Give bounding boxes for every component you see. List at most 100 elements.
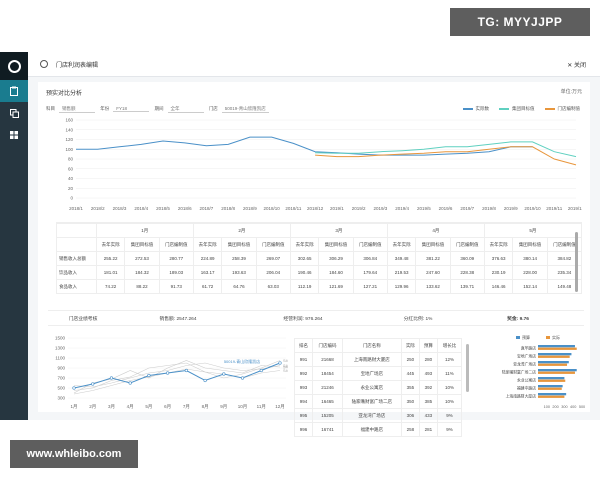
table-cell: 74.22 (95, 279, 126, 294)
x-tick-label: 2018/12 (307, 206, 324, 211)
bar (538, 393, 567, 396)
column-header: 门店编码 (312, 338, 343, 353)
x-tick-label: 10月 (238, 404, 248, 410)
table-cell: 63.03 (255, 279, 291, 294)
table-cell: 258 (400, 422, 420, 437)
table-row[interactable]: 994 16465 陆家嘴财富广场二店 350 385 10% (293, 394, 463, 409)
table-row[interactable]: 995 15205 亚龙湾广场店 306 433 9% (293, 408, 463, 423)
data-point (259, 368, 263, 373)
x-tick-label: 11月 (257, 404, 266, 410)
analysis-panel: 预实对比分析 单位:万元 科目 销售额 年份 FY18 期间 全年 门店 50019-青… (38, 82, 590, 437)
clipboard-icon[interactable] (0, 80, 28, 102)
legend-label: 实际 (552, 334, 560, 340)
table-cell: 991 (293, 352, 314, 367)
x-tick-label: 2018/11 (285, 206, 301, 211)
close-button[interactable]: ✕ 关闭 (567, 60, 586, 69)
column-header: 门店编制值 (352, 237, 388, 252)
legend-actual: 实际数 (462, 106, 489, 112)
bar (538, 377, 565, 380)
x-tick-label: 500 (579, 405, 585, 409)
column-header: 去年实际 (483, 237, 514, 252)
filter-label-store: 门店 (208, 106, 218, 111)
table-cell: 258.39 (221, 251, 257, 266)
table-cell: 16465 (312, 394, 343, 409)
table-cell: 139.71 (449, 279, 485, 294)
x-tick-label: 2019/8 (482, 206, 496, 211)
table-cell: 189.03 (158, 265, 194, 280)
table-row[interactable]: 996 16741 福建中路店 258 281 9% (293, 422, 463, 437)
x-tick-label: 9月 (220, 404, 227, 410)
x-tick-label: 1月 (70, 404, 77, 410)
y-tick-label: 500 (57, 386, 65, 391)
y-tick-label: 0 (70, 196, 73, 201)
data-point (128, 381, 132, 385)
table-cell: 12% (436, 352, 463, 367)
x-tick-label: 2018/3 (113, 206, 127, 211)
y-tick-label: 60 (68, 166, 74, 171)
table-row[interactable]: 993 21246 永业公寓店 355 392 10% (293, 380, 463, 395)
y-tick-label: 140 (65, 127, 73, 132)
table-scrollbar[interactable] (575, 232, 578, 292)
row-label: 销售收入总额 (56, 251, 97, 266)
x-tick-label: 5月 (145, 404, 152, 410)
x-tick-label: 12月 (275, 404, 285, 410)
table-cell: 15205 (312, 408, 343, 423)
category-label: 永业公寓店 (517, 378, 536, 383)
legend-store-plan: 门店编制值 (544, 106, 580, 112)
category-label: 上海南路财大厦店 (506, 394, 537, 399)
x-tick-label: 2019/2 (352, 206, 366, 211)
x-tick-label: 2019/5 (417, 206, 431, 211)
legend-label: 预算 (522, 334, 530, 340)
kpi-bar: 门店业绩考核 销售额: 2547.264 经营利润: 976.264 分红比例:… (48, 310, 584, 326)
table-cell: 994 (293, 394, 314, 409)
table-cell: 21246 (312, 380, 343, 395)
category-label: 宝地广场店 (517, 354, 536, 359)
x-tick-label: 2018/4 (134, 206, 148, 211)
kpi-ratio: 分红比例: 1% (403, 316, 433, 322)
table-row[interactable]: 992 18454 宝地广场店 445 493 11% (293, 366, 463, 381)
table-cell: 355 (400, 380, 420, 395)
budget-actual-bar-chart: 预算 实际真华路店宝地广场店亚龙湾广场店陆家嘴财富广场二店永业公寓店福建中路店上海… (502, 334, 585, 409)
x-tick-label: 2019/11 (546, 206, 562, 211)
table-cell: 433 (418, 408, 438, 423)
kpi-profit: 经营利润: 976.264 (283, 316, 323, 322)
subject-select[interactable]: 销售额 (59, 106, 95, 113)
column-header: 门店编制值 (449, 237, 485, 252)
app-logo[interactable] (0, 52, 28, 80)
globe-icon (40, 60, 48, 68)
legend-swatch (516, 336, 520, 339)
table-cell: 302.65 (289, 251, 320, 266)
main-area: 门店利润表编辑 ✕ 关闭 预实对比分析 单位:万元 科目 销售额 年份 FY18 期… (28, 52, 600, 437)
x-tick-label: 6月 (164, 404, 171, 410)
grid-icon[interactable] (0, 124, 28, 146)
table-cell: 福建中路店 (341, 422, 402, 437)
table-cell: 16741 (312, 422, 343, 437)
series-label: S404 (283, 364, 288, 368)
table-cell: 10% (436, 394, 463, 409)
table-cell: 181.01 (95, 265, 126, 280)
month-header: 4月 (386, 223, 485, 238)
table-cell: 281 (418, 422, 438, 437)
bar (538, 395, 565, 398)
header: 门店利润表编辑 ✕ 关闭 (28, 52, 600, 77)
category-label: 亚龙湾广场店 (513, 362, 536, 367)
period-select[interactable]: 全年 (167, 106, 204, 113)
y-tick-label: 120 (65, 137, 73, 142)
x-tick-label: 100 (544, 405, 550, 409)
bar (538, 347, 577, 350)
store-table-scrollbar[interactable] (466, 344, 469, 392)
data-point (166, 371, 170, 375)
copy-icon[interactable] (0, 102, 28, 124)
series-line (73, 368, 281, 395)
x-tick-label: 2018/10 (264, 206, 281, 211)
store-select[interactable]: 50019-青山欣隆凯店 (221, 106, 269, 113)
year-select[interactable]: FY18 (113, 106, 150, 112)
y-tick-label: 100 (65, 147, 73, 152)
filter-label-year: 年份 (100, 106, 110, 111)
table-cell: 992 (293, 366, 314, 381)
legend-group-target: 集团目标值 (499, 106, 535, 112)
table-row[interactable]: 991 21668 上海南路财大厦店 250 280 12% (293, 352, 463, 367)
x-tick-label: 2018/1 (69, 206, 83, 211)
y-tick-label: 700 (57, 376, 65, 381)
table-cell: 129.96 (386, 279, 417, 294)
